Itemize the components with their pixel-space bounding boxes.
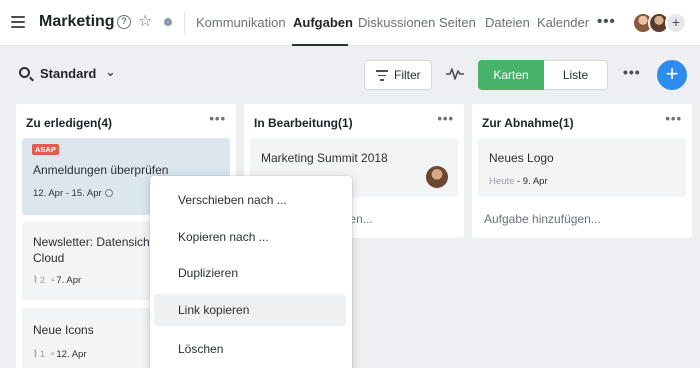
add-task-fab-button[interactable]: + (657, 60, 687, 90)
card-meta: Heute - 9. Apr (489, 176, 548, 187)
help-icon[interactable]: ? (117, 15, 131, 29)
card-title: Newsletter: Datensich Cloud (33, 234, 150, 266)
column-title: Zu erledigen(4) (26, 116, 113, 130)
card-date: 12. Apr - 15. Apr (33, 188, 113, 199)
menu-item-label: Duplizieren (178, 266, 239, 280)
active-tab-indicator (292, 44, 348, 46)
card-title-line: Newsletter: Datensich (33, 235, 150, 249)
list-view-button[interactable]: Liste (544, 60, 608, 90)
search-icon[interactable] (19, 67, 30, 78)
filter-button[interactable]: Filter (364, 60, 432, 90)
menu-item-label: Löschen (178, 342, 224, 356)
menu-item-delete[interactable]: Löschen (154, 333, 346, 365)
card-title: Anmeldungen überprüfen (33, 163, 169, 177)
menu-item-duplicate[interactable]: Duplizieren (154, 257, 346, 289)
tab-diskussionen[interactable]: Diskussionen (358, 15, 435, 30)
tab-kommunikation[interactable]: Kommunikation (196, 15, 286, 30)
tab-aufgaben[interactable]: Aufgaben (293, 15, 353, 30)
column-more-icon[interactable]: ••• (209, 111, 226, 126)
filter-label: Filter (394, 68, 421, 82)
menu-item-label: Link kopieren (178, 303, 250, 317)
checklist-icon (104, 189, 113, 197)
tab-dateien[interactable]: Dateien (485, 15, 530, 30)
calendar-icon: ▫ (50, 275, 55, 286)
calendar-icon: ▫ (50, 349, 55, 360)
cards-view-button[interactable]: Karten (478, 60, 544, 90)
app-header: Marketing ? ☆ Kommunikation Aufgaben Dis… (0, 0, 700, 46)
add-task-link[interactable]: Aufgabe hinzufügen... (484, 212, 601, 226)
card-date: 7. Apr (56, 275, 82, 286)
menu-item-label: Kopieren nach ... (178, 230, 269, 244)
column-more-icon[interactable]: ••• (437, 111, 454, 126)
card-title-line: Cloud (33, 251, 65, 265)
priority-badge: ASAP (32, 144, 59, 155)
task-card[interactable]: Neues Logo Heute - 9. Apr (478, 138, 686, 197)
paperclip-icon: ⌇ (33, 349, 38, 360)
project-color-dot-icon[interactable] (164, 18, 172, 26)
menu-item-label: Verschieben nach ... (178, 193, 287, 207)
card-title: Neues Logo (489, 151, 554, 165)
nav-more-icon[interactable]: ••• (597, 13, 616, 30)
hamburger-menu-icon[interactable] (11, 16, 25, 28)
card-meta: ⌇ 1 ▫ 12. Apr (33, 349, 86, 360)
activity-icon[interactable] (446, 66, 464, 82)
chevron-down-icon[interactable]: ⌄ (105, 64, 116, 80)
toolbar-more-icon[interactable]: ••• (623, 64, 641, 80)
attachment-count: 1 (39, 349, 46, 360)
card-title: Marketing Summit 2018 (261, 151, 388, 165)
tab-seiten[interactable]: Seiten (439, 15, 476, 30)
menu-item-copy-link[interactable]: Link kopieren (154, 294, 346, 326)
card-date-range: 12. Apr - 15. Apr (33, 188, 102, 199)
card-start-date: Heute (489, 176, 515, 187)
header-divider (184, 12, 185, 34)
view-selector[interactable]: Standard (40, 66, 96, 81)
tab-kalender[interactable]: Kalender (537, 15, 589, 30)
menu-item-move[interactable]: Verschieben nach ... (154, 184, 346, 216)
card-date: 12. Apr (56, 349, 87, 360)
column-title: Zur Abnahme(1) (482, 116, 574, 130)
paperclip-icon: ⌇ (33, 275, 38, 286)
attachment-count: 2 (39, 275, 46, 286)
column-title: In Bearbeitung(1) (254, 116, 353, 130)
card-end-date: - 9. Apr (517, 176, 548, 187)
project-title: Marketing (39, 13, 115, 30)
card-context-menu: Verschieben nach ... Kopieren nach ... D… (150, 176, 352, 368)
card-meta: ⌇ 2 ▫ 7. Apr (33, 275, 81, 286)
filter-icon (376, 70, 388, 81)
add-member-button[interactable]: + (665, 12, 687, 34)
menu-item-copy[interactable]: Kopieren nach ... (154, 221, 346, 253)
star-icon[interactable]: ☆ (138, 11, 152, 31)
avatar[interactable] (426, 166, 448, 188)
card-title: Neue Icons (33, 323, 94, 337)
column-review: Zur Abnahme(1) ••• Neues Logo Heute - 9.… (472, 104, 692, 238)
column-more-icon[interactable]: ••• (665, 111, 682, 126)
